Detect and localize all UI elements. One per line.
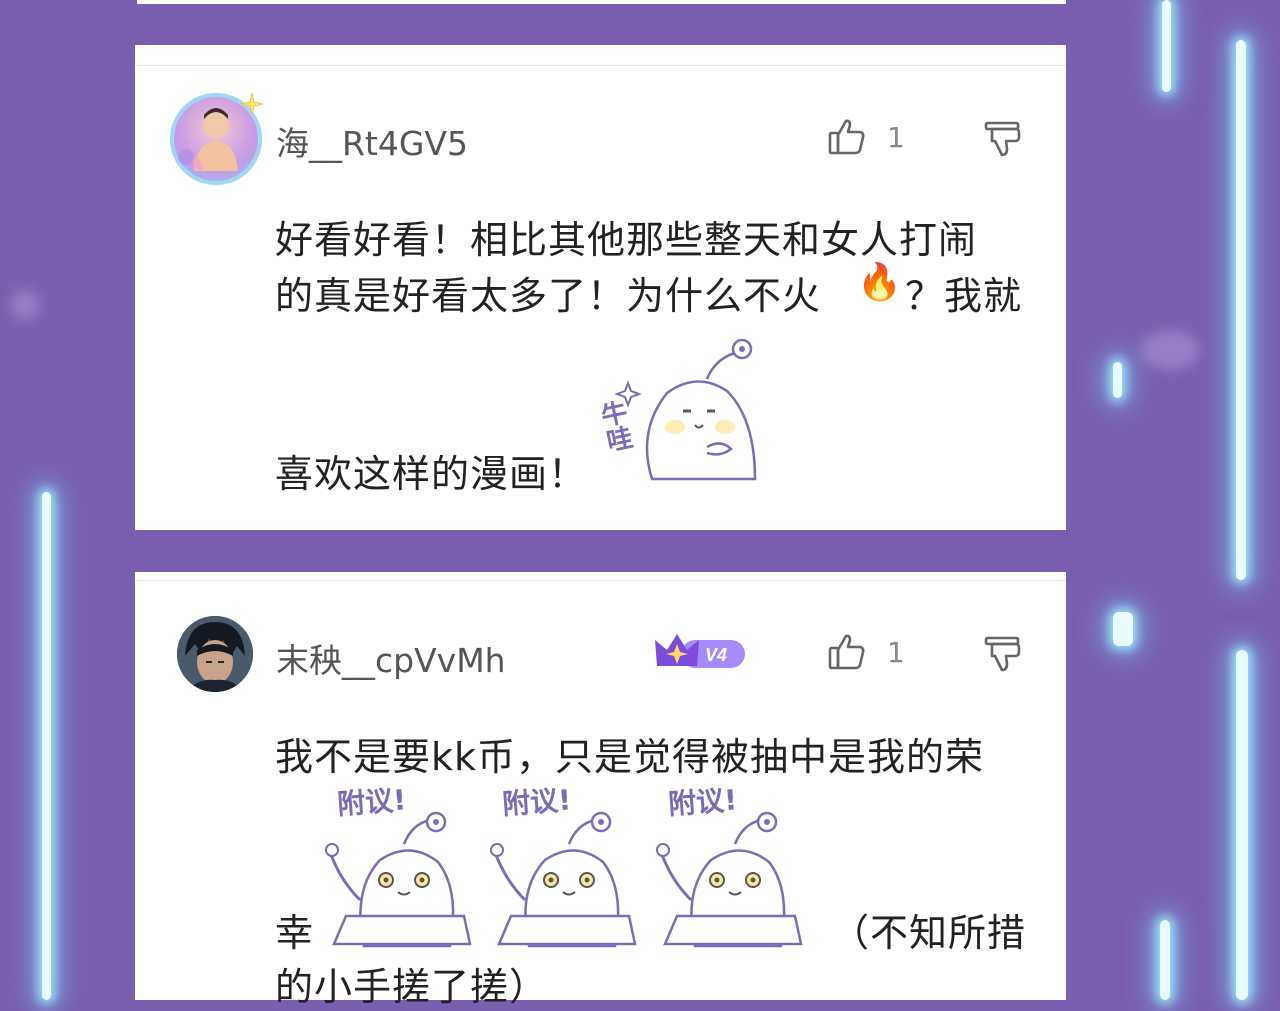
background-light-bar [42,492,51,1000]
comment-text-line: （不知所措 [831,911,1027,955]
username[interactable]: 末秧__cpVvMh [276,634,506,682]
comment-card: 海__Rt4GV5 1 好看好看！相比其他那些整天和女人打闹 的真是好看太多了！… [135,45,1066,530]
comment-text-line: 的真是好看太多了！为什么不火 [275,274,822,318]
sticker-caption: 附议! [667,783,738,821]
sticker-image: 附议! [320,780,475,952]
sticker-image: 附议! [485,780,640,952]
comment-text-line: 喜欢这样的漫画！ [275,452,588,496]
comment-text-line: 幸 [275,911,315,955]
previous-card-edge [137,0,1066,4]
comment-text-line: 好看好看！相比其他那些整天和女人打闹 [275,218,978,262]
background-haze [1140,330,1200,370]
background-light-bar [1236,650,1248,1000]
divider [135,65,1066,66]
background-light-bar [1162,0,1171,92]
divider [135,580,1066,581]
background-light-bar [1160,920,1170,1000]
comment-text-line: ？我就 [905,274,1023,318]
avatar[interactable] [177,616,253,692]
sticker-image: 附议! [651,780,806,952]
fire-emoji: 🔥 [857,262,903,303]
sparkle-icon [240,92,264,116]
comment-text-line: 我不是要kk币，只是觉得被抽中是我的荣 [275,735,985,779]
thumbs-down-icon[interactable] [983,119,1023,159]
thumbs-up-icon[interactable] [827,117,867,157]
sticker-caption: 附议! [336,783,407,821]
thumbs-down-icon[interactable] [983,634,1023,674]
background-light-bar [1113,612,1133,646]
background-light-bar [1113,362,1122,398]
vip-badge: V4 [653,630,747,674]
sticker-caption: 牛哇 [597,398,634,455]
vip-badge-level: V4 [705,645,727,665]
username[interactable]: 海__Rt4GV5 [276,117,468,165]
like-count: 1 [887,121,905,154]
background-light-bar [1236,40,1246,580]
sticker-image: 牛哇 [594,331,772,491]
thumbs-up-icon[interactable] [827,632,867,672]
sticker-caption: 附议! [501,783,572,821]
like-count: 1 [887,636,905,669]
background-haze [10,290,40,320]
comment-text-line: 的小手搓了搓） [275,965,549,1009]
comment-card: 末秧__cpVvMh V4 1 我不是要kk币，只是觉得被抽中是我的荣 幸 （不… [135,572,1066,1009]
